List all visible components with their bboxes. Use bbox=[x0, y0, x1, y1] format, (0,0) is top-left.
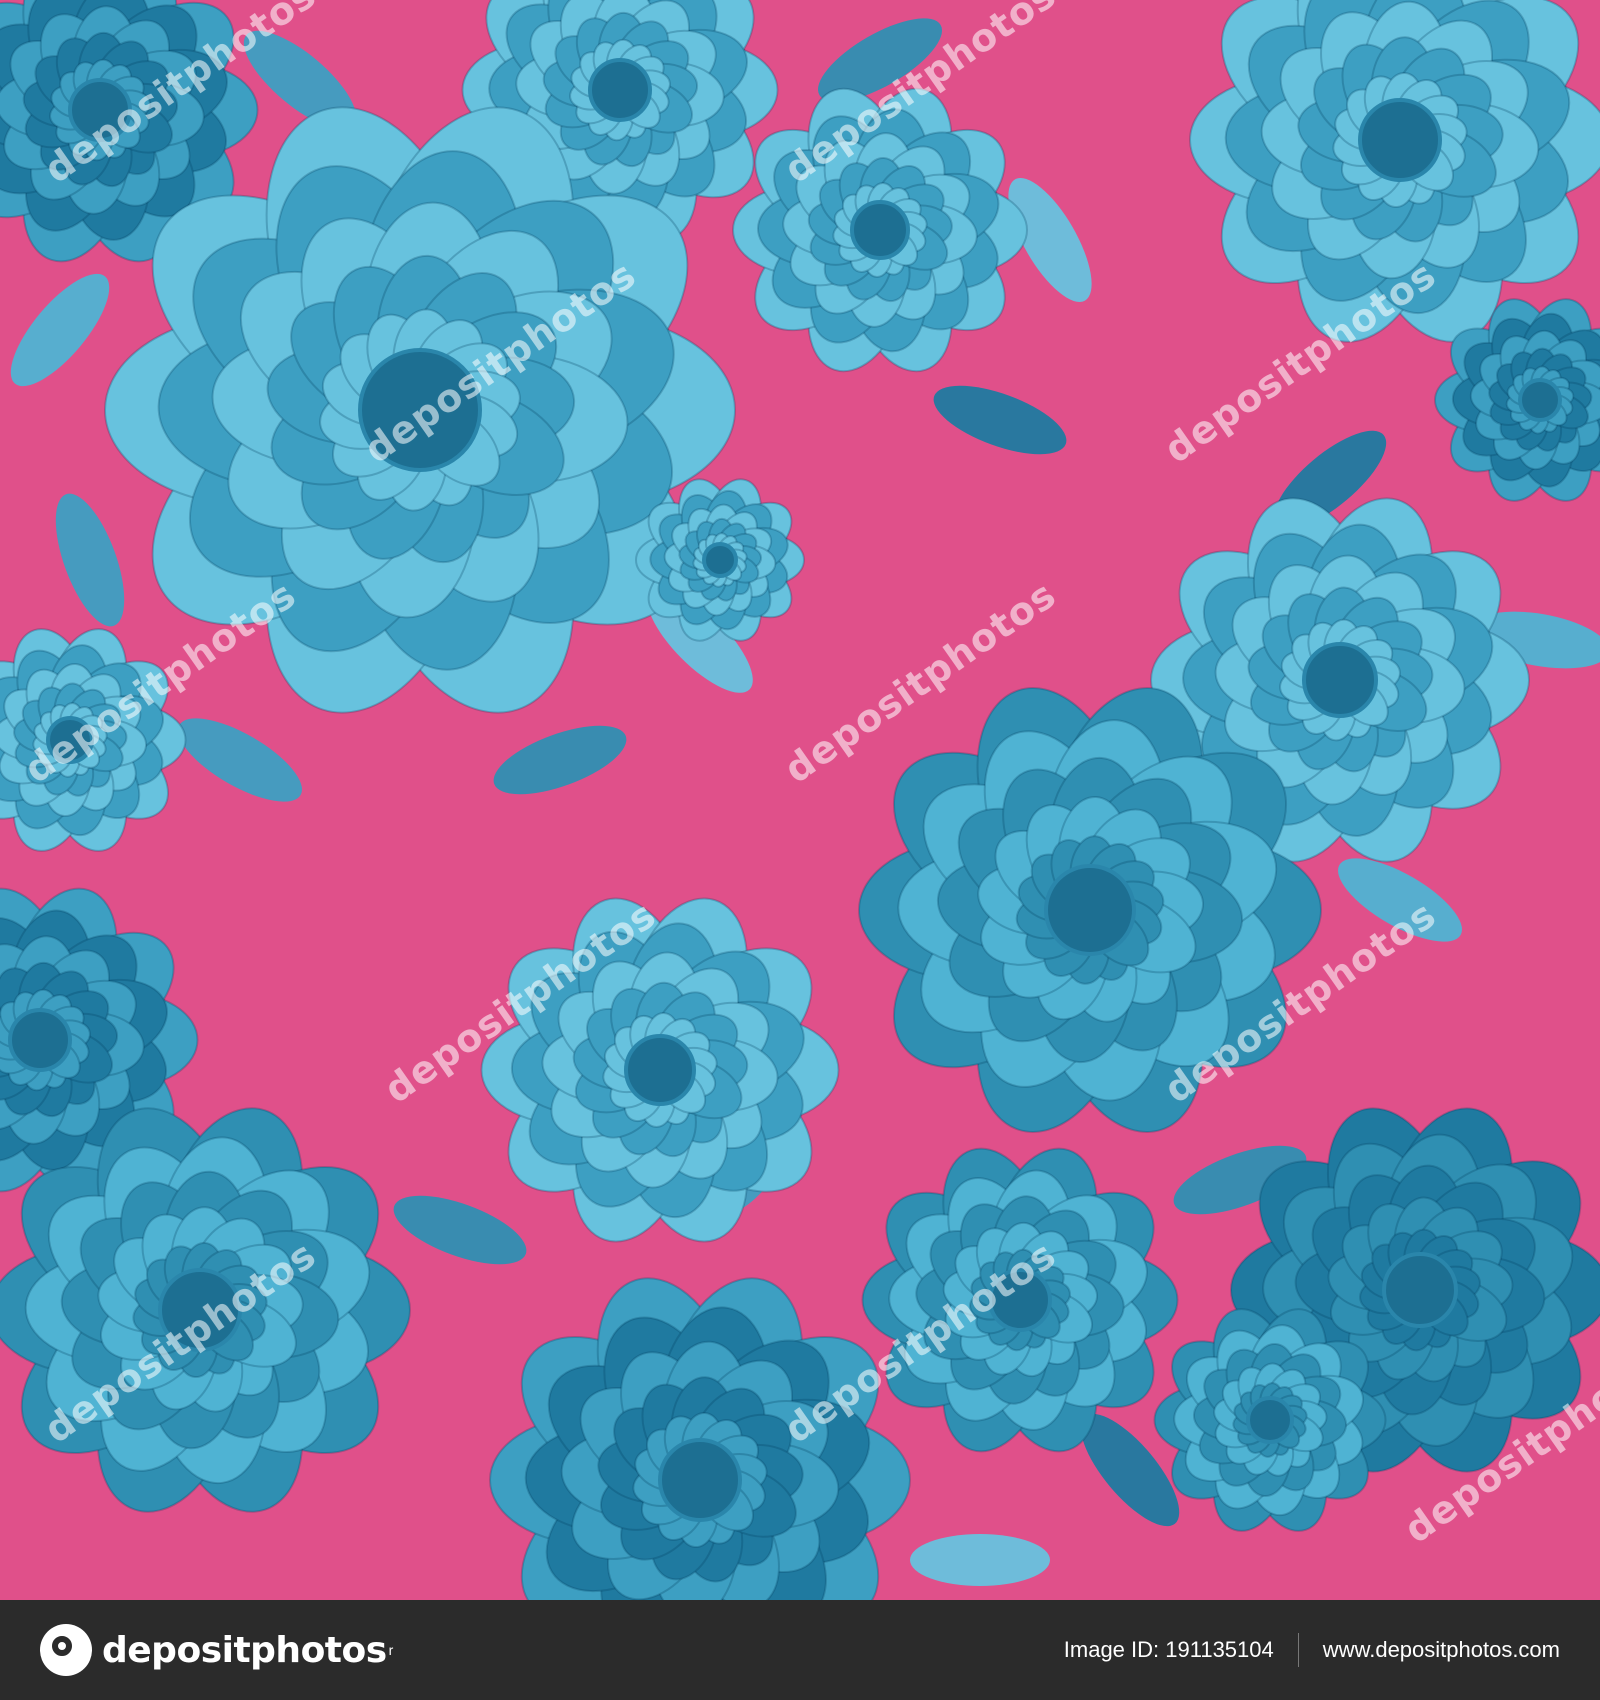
meta-divider bbox=[1297, 1633, 1299, 1667]
stock-photo: depositphotos depositphotos depositphoto… bbox=[0, 0, 1600, 1600]
paper-leaf bbox=[10, 273, 110, 387]
paper-leaf bbox=[393, 1195, 527, 1265]
flower-center bbox=[1044, 864, 1136, 956]
flower-center bbox=[8, 1008, 72, 1072]
flower-center bbox=[702, 542, 738, 578]
flower-center bbox=[1302, 642, 1378, 718]
paper-leaf bbox=[910, 1534, 1050, 1586]
flower-center bbox=[1382, 1252, 1458, 1328]
flower-center bbox=[1246, 1396, 1294, 1444]
stock-footer-bar: depositphotos r Image ID: 191135104 www.d… bbox=[0, 1600, 1600, 1700]
flower-center bbox=[658, 1438, 742, 1522]
image-meta: Image ID: 191135104 www.depositphotos.co… bbox=[1064, 1600, 1560, 1700]
flower-center bbox=[1358, 98, 1442, 182]
flower-center bbox=[624, 1034, 696, 1106]
registered-mark: r bbox=[388, 1642, 394, 1658]
paper-leaf bbox=[493, 725, 627, 795]
logo-text: depositphotos bbox=[102, 1629, 387, 1671]
paper-flowers-illustration bbox=[0, 0, 1600, 1600]
depositphotos-logo[interactable]: depositphotos r bbox=[40, 1622, 393, 1678]
flower-center bbox=[1518, 378, 1562, 422]
flower-center bbox=[588, 58, 652, 122]
paper-leaf bbox=[933, 385, 1067, 455]
image-id-value: 191135104 bbox=[1165, 1637, 1274, 1662]
flower-center bbox=[850, 200, 910, 260]
paper-leaf bbox=[55, 493, 125, 627]
image-id-label: Image ID: bbox=[1063, 1637, 1160, 1662]
paper-leaf bbox=[178, 718, 302, 802]
site-url-link[interactable]: www.depositphotos.com bbox=[1323, 1637, 1560, 1663]
logo-mark-icon bbox=[40, 1624, 92, 1676]
